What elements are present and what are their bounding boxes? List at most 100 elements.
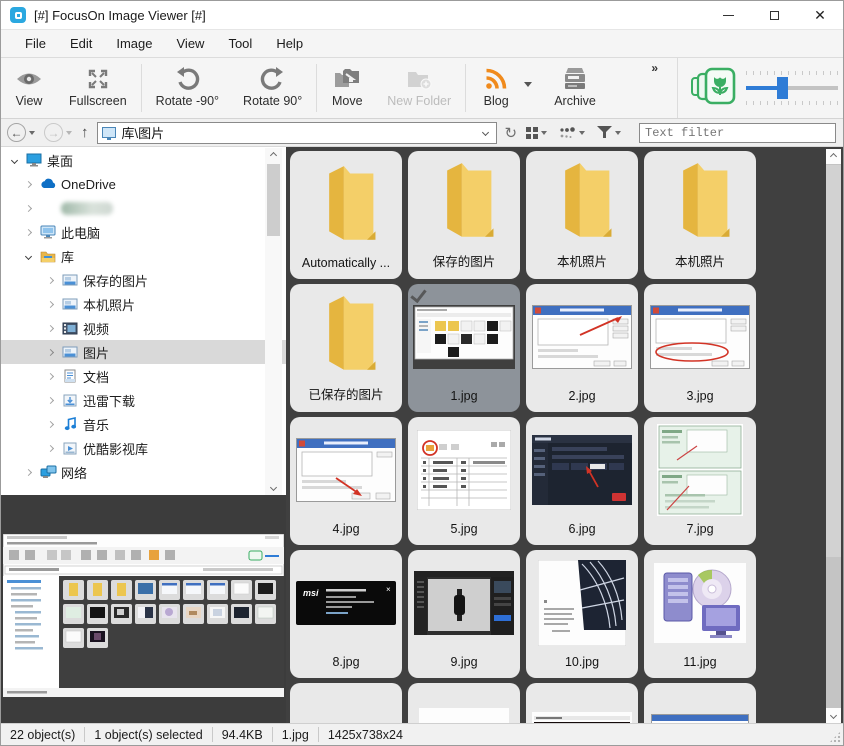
grid-item-image-selected[interactable]: 1.jpg xyxy=(408,284,520,412)
tree-scrollbar[interactable] xyxy=(265,148,282,495)
tree-item-desktop[interactable]: 桌面 xyxy=(1,148,286,172)
text-filter-input[interactable] xyxy=(639,123,836,143)
close-button[interactable]: ✕ xyxy=(797,1,843,29)
status-file-size: 94.4KB xyxy=(213,728,272,742)
tree-label: 桌面 xyxy=(47,151,73,170)
app-icon xyxy=(10,7,26,23)
grid-item-folder[interactable]: 本机照片 xyxy=(526,151,638,279)
status-object-count: 22 object(s) xyxy=(1,728,84,742)
tree-item-network[interactable]: 网络 xyxy=(1,460,286,484)
menu-edit[interactable]: Edit xyxy=(58,30,104,57)
maximize-button[interactable] xyxy=(751,1,797,29)
tree-item-saved-pictures[interactable]: 保存的图片 xyxy=(1,268,286,292)
scroll-down-button[interactable] xyxy=(265,480,282,495)
grid-item-image[interactable] xyxy=(644,683,756,723)
thumbnail-size-icon[interactable] xyxy=(690,67,738,110)
group-by-caret[interactable] xyxy=(579,131,585,135)
filter-caret[interactable] xyxy=(615,131,621,135)
resize-grip[interactable] xyxy=(829,731,841,743)
folder-icon xyxy=(644,151,756,251)
grid-item-folder[interactable]: 已保存的图片 xyxy=(290,284,402,412)
thumbnail-size-slider[interactable] xyxy=(746,68,838,108)
menu-tool[interactable]: Tool xyxy=(216,30,264,57)
back-history-caret[interactable] xyxy=(29,131,35,135)
grid-item-image[interactable]: 7.jpg xyxy=(644,417,756,545)
rotate-cw-button[interactable]: Rotate 90° xyxy=(231,58,314,118)
menu-file[interactable]: File xyxy=(13,30,58,57)
refresh-icon[interactable]: ↻ xyxy=(505,124,518,142)
folder-icon xyxy=(290,151,402,256)
image-thumbnail xyxy=(644,683,756,723)
tree-item-documents[interactable]: 文档 xyxy=(1,364,286,388)
back-button[interactable]: ← xyxy=(7,123,26,142)
grid-item-image[interactable]: 11.jpg xyxy=(644,550,756,678)
grid-item-image[interactable]: 3.jpg xyxy=(644,284,756,412)
move-label: Move xyxy=(332,94,363,108)
new-folder-label: New Folder xyxy=(387,94,451,108)
menu-image[interactable]: Image xyxy=(104,30,164,57)
menu-help[interactable]: Help xyxy=(264,30,315,57)
view-label: View xyxy=(16,94,43,108)
move-folders-icon xyxy=(333,65,361,93)
tree-item-camera-roll[interactable]: 本机照片 xyxy=(1,292,286,316)
archive-icon xyxy=(562,65,588,93)
tree-item-this-pc[interactable]: 此电脑 xyxy=(1,220,286,244)
rotate-left-icon xyxy=(174,65,200,93)
grid-item-image[interactable]: 6.jpg xyxy=(526,417,638,545)
address-field[interactable]: 库\图片 xyxy=(97,122,497,144)
grid-item-image[interactable] xyxy=(408,683,520,723)
archive-button[interactable]: Archive xyxy=(542,58,608,118)
scroll-up-button[interactable] xyxy=(265,148,282,163)
tree-item-censored[interactable] xyxy=(1,196,286,220)
grid-item-image[interactable]: 2.jpg xyxy=(526,284,638,412)
image-thumbnail: msi× xyxy=(290,550,402,655)
tree-label: 音乐 xyxy=(83,415,109,434)
tree-item-pictures[interactable]: 图片 xyxy=(1,340,286,364)
grid-item-image[interactable]: 4.jpg xyxy=(290,417,402,545)
rotate-ccw-button[interactable]: Rotate -90° xyxy=(144,58,231,118)
music-note-icon xyxy=(61,416,79,432)
scroll-up-button[interactable] xyxy=(826,149,841,164)
tree-item-thunder-download[interactable]: 迅雷下载 xyxy=(1,388,286,412)
blog-button[interactable]: Blog xyxy=(468,58,524,118)
funnel-icon xyxy=(597,126,612,139)
fullscreen-button[interactable]: Fullscreen xyxy=(57,58,139,118)
minimize-button[interactable] xyxy=(705,1,751,29)
up-button[interactable]: ↑ xyxy=(81,124,89,141)
scrollbar-thumb[interactable] xyxy=(267,164,280,236)
tree-item-youku-library[interactable]: 优酷影视库 xyxy=(1,436,286,460)
slider-thumb[interactable] xyxy=(777,77,788,99)
grid-item-image[interactable]: 9.jpg xyxy=(408,550,520,678)
blog-dropdown-caret[interactable] xyxy=(524,82,532,87)
tree-item-music[interactable]: 音乐 xyxy=(1,412,286,436)
view-button[interactable]: View xyxy=(1,58,57,118)
forward-history-caret[interactable] xyxy=(66,131,72,135)
grid-item-folder[interactable]: 本机照片 xyxy=(644,151,756,279)
grid-scrollbar[interactable] xyxy=(826,149,841,723)
menu-view[interactable]: View xyxy=(165,30,217,57)
scrollbar-thumb[interactable] xyxy=(826,165,841,557)
filter-button[interactable] xyxy=(597,126,624,139)
grid-item-image[interactable] xyxy=(290,683,402,723)
group-by-button[interactable] xyxy=(559,126,588,140)
fullscreen-icon xyxy=(86,65,110,93)
toolbar-overflow-chevron[interactable]: » xyxy=(651,61,657,75)
address-dropdown-caret[interactable] xyxy=(481,129,488,136)
item-label: Automatically ... xyxy=(302,256,390,270)
grid-item-image[interactable] xyxy=(526,683,638,723)
view-mode-caret[interactable] xyxy=(541,131,547,135)
scroll-down-button[interactable] xyxy=(826,708,841,723)
grid-item-folder[interactable]: Automatically ... xyxy=(290,151,402,279)
view-mode-button[interactable] xyxy=(526,127,550,139)
item-label: 已保存的图片 xyxy=(308,384,383,403)
tree-item-onedrive[interactable]: OneDrive xyxy=(1,172,286,196)
move-button[interactable]: Move xyxy=(319,58,375,118)
tree-item-videos[interactable]: 视频 xyxy=(1,316,286,340)
svg-text:msi: msi xyxy=(303,588,319,598)
toolbar-separator xyxy=(465,64,466,112)
grid-item-image[interactable]: 5.jpg xyxy=(408,417,520,545)
grid-item-folder[interactable]: 保存的图片 xyxy=(408,151,520,279)
tree-item-libraries[interactable]: 库 xyxy=(1,244,286,268)
grid-item-image[interactable]: 10.jpg xyxy=(526,550,638,678)
grid-item-image[interactable]: msi× 8.jpg xyxy=(290,550,402,678)
